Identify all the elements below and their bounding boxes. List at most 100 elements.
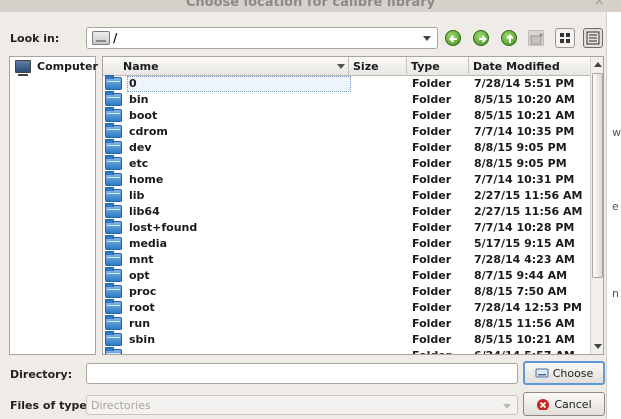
background-window-strip: w e n xyxy=(606,12,621,419)
folder-icon xyxy=(105,91,122,106)
files-of-type-label: Files of type: xyxy=(10,399,92,412)
file-name: bin xyxy=(129,93,149,106)
file-name: lib64 xyxy=(129,205,160,218)
scroll-down-icon[interactable] xyxy=(594,344,602,349)
table-row[interactable]: boot Folder 8/5/15 10:21 AM xyxy=(103,107,590,124)
folder-icon xyxy=(105,267,122,282)
look-in-combo[interactable]: / xyxy=(86,27,438,49)
new-folder-icon xyxy=(530,33,543,45)
file-name: 0 xyxy=(129,77,137,90)
table-row[interactable]: sbin Folder 8/5/15 10:21 AM xyxy=(103,331,590,348)
table-row[interactable]: bin Folder 8/5/15 10:20 AM xyxy=(103,91,590,108)
file-list[interactable]: Name Size Type Date Modified 0 Folder 7/28… xyxy=(102,56,604,355)
folder-icon xyxy=(105,235,122,250)
scroll-up-icon[interactable] xyxy=(594,62,602,67)
table-row[interactable]: Folder 6/24/14 5:57 AM xyxy=(103,347,590,354)
table-row[interactable]: run Folder 8/8/15 11:56 AM xyxy=(103,315,590,332)
computer-icon xyxy=(15,60,31,76)
folder-icon xyxy=(105,347,122,354)
list-view-icon xyxy=(560,33,570,43)
list-view-button[interactable] xyxy=(555,28,575,48)
directory-input[interactable] xyxy=(86,363,518,384)
table-row[interactable]: mnt Folder 7/28/14 4:23 AM xyxy=(103,251,590,268)
file-date-modified: 8/8/15 11:56 AM xyxy=(474,317,575,330)
file-date-modified: 7/28/14 5:51 PM xyxy=(474,77,575,90)
detail-view-icon xyxy=(586,31,600,45)
table-row[interactable]: cdrom Folder 7/7/14 10:35 PM xyxy=(103,123,590,140)
arrow-right-icon xyxy=(479,35,487,43)
scrollbar-thumb[interactable] xyxy=(592,73,603,278)
folder-icon xyxy=(105,123,122,138)
table-row[interactable]: lib64 Folder 2/27/15 11:56 AM xyxy=(103,203,590,220)
table-row[interactable]: opt Folder 8/7/15 9:44 AM xyxy=(103,267,590,284)
file-type: Folder xyxy=(412,189,452,202)
file-name: media xyxy=(129,237,167,250)
file-type: Folder xyxy=(412,317,452,330)
detail-view-button[interactable] xyxy=(583,28,603,48)
back-button[interactable] xyxy=(445,30,461,46)
file-name: lib xyxy=(129,189,145,202)
table-row[interactable]: lost+found Folder 7/7/14 10:28 PM xyxy=(103,219,590,236)
forward-button[interactable] xyxy=(473,30,489,46)
look-in-label: Look in: xyxy=(10,32,60,45)
table-row[interactable]: proc Folder 8/8/15 7:50 AM xyxy=(103,283,590,300)
table-row[interactable]: root Folder 7/28/14 12:53 PM xyxy=(103,299,590,316)
table-row[interactable]: etc Folder 8/8/15 9:05 PM xyxy=(103,155,590,172)
file-date-modified: 7/7/14 10:31 PM xyxy=(474,173,575,186)
file-type: Folder xyxy=(412,125,452,138)
column-size[interactable]: Size xyxy=(349,57,407,76)
background-char: w xyxy=(612,126,621,139)
new-folder-button[interactable] xyxy=(528,30,544,46)
cancel-button[interactable]: Cancel xyxy=(523,392,605,416)
file-name: sbin xyxy=(129,333,156,346)
column-type[interactable]: Type xyxy=(407,57,469,76)
parent-directory-button[interactable] xyxy=(501,30,517,46)
cancel-icon xyxy=(537,399,550,410)
vertical-scrollbar[interactable] xyxy=(590,57,603,354)
column-name[interactable]: Name xyxy=(103,57,349,76)
file-date-modified: 8/8/15 9:05 PM xyxy=(474,157,567,170)
files-of-type-value: Directories xyxy=(91,399,151,412)
folder-icon xyxy=(105,171,122,186)
table-row[interactable]: lib Folder 2/27/15 11:56 AM xyxy=(103,187,590,204)
sidebar-item-label: Computer xyxy=(37,60,98,73)
file-date-modified: 8/5/15 10:20 AM xyxy=(474,93,575,106)
table-row[interactable]: 0 Folder 7/28/14 5:51 PM xyxy=(103,75,590,92)
file-type: Folder xyxy=(412,93,452,106)
cancel-button-label: Cancel xyxy=(554,397,592,411)
table-row[interactable]: home Folder 7/7/14 10:31 PM xyxy=(103,171,590,188)
file-date-modified: 8/7/15 9:44 AM xyxy=(474,269,568,282)
file-date-modified: 8/5/15 10:21 AM xyxy=(474,333,575,346)
sort-arrow-icon xyxy=(337,64,345,69)
file-date-modified: 5/17/15 9:15 AM xyxy=(474,237,575,250)
column-date-modified[interactable]: Date Modified xyxy=(469,57,590,76)
file-name: proc xyxy=(129,285,157,298)
close-icon[interactable]: ✕ xyxy=(593,0,605,10)
file-date-modified: 8/8/15 9:05 PM xyxy=(474,141,567,154)
sidebar-item-computer[interactable]: Computer xyxy=(15,60,98,76)
file-type: Folder xyxy=(412,269,452,282)
file-name: run xyxy=(129,317,151,330)
file-name: home xyxy=(129,173,164,186)
file-type: Folder xyxy=(412,285,452,298)
file-date-modified: 7/7/14 10:35 PM xyxy=(474,125,575,138)
choose-button[interactable]: Choose xyxy=(523,361,605,385)
title-bar: Choose location for calibre library ✕ xyxy=(0,0,621,12)
file-type: Folder xyxy=(412,349,451,354)
file-type: Folder xyxy=(412,253,452,266)
file-name: mnt xyxy=(129,253,154,266)
files-of-type-combo: Directories xyxy=(86,395,518,415)
file-type: Folder xyxy=(412,141,452,154)
file-type: Folder xyxy=(412,333,452,346)
drive-icon xyxy=(92,31,110,45)
directory-label: Directory: xyxy=(10,368,73,381)
file-name: lost+found xyxy=(129,221,198,234)
file-date-modified: 6/24/14 5:57 AM xyxy=(474,349,575,354)
file-date-modified: 7/28/14 4:23 AM xyxy=(474,253,575,266)
table-row[interactable]: media Folder 5/17/15 9:15 AM xyxy=(103,235,590,252)
file-date-modified: 7/7/14 10:28 PM xyxy=(474,221,575,234)
file-date-modified: 2/27/15 11:56 AM xyxy=(474,205,583,218)
table-row[interactable]: dev Folder 8/8/15 9:05 PM xyxy=(103,139,590,156)
arrow-up-icon xyxy=(506,34,514,43)
focus-rectangle xyxy=(127,76,351,92)
